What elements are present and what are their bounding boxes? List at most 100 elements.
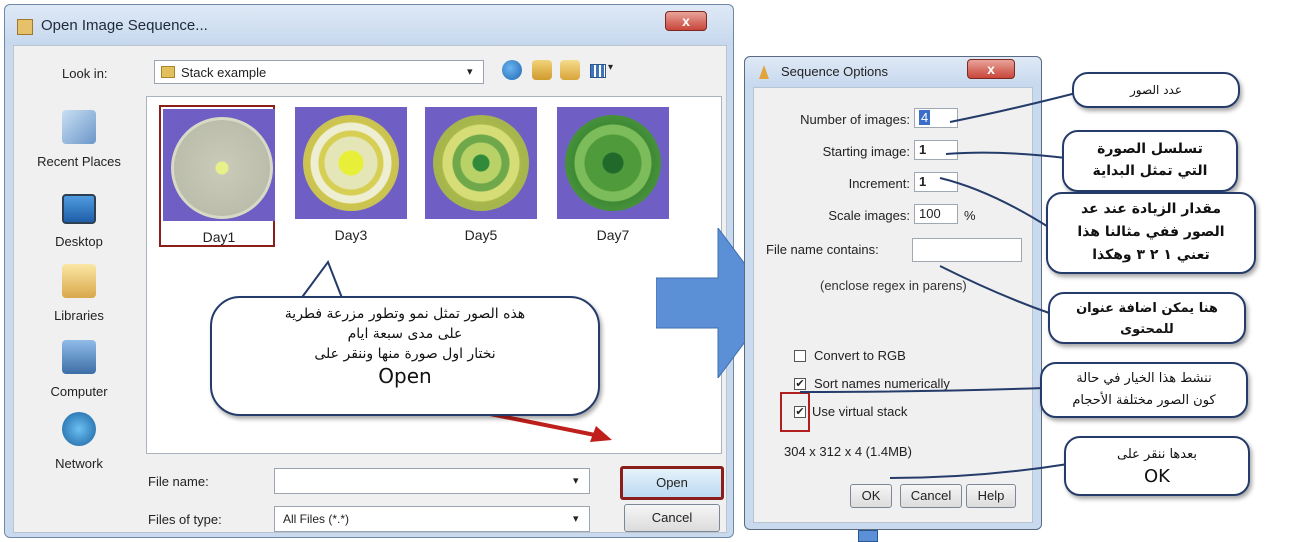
close-button[interactable]: x [967,59,1015,79]
file-thumbnail-day1[interactable]: Day1 [159,105,275,247]
scale-images-label: Scale images: [828,208,910,223]
place-label: Network [55,456,103,471]
folder-icon [161,66,175,78]
petri-dish-image [557,107,669,219]
file-name-input[interactable]: ▾ [274,468,590,494]
file-name-label: Day7 [596,227,630,243]
callout-line: الصور ففي مثالنا هذا [1077,224,1225,240]
new-folder-icon[interactable] [560,60,580,80]
file-thumbnail-day3[interactable]: Day3 [293,105,409,247]
callout-starting-image: تسلسل الصورة التي تمثل البداية [1062,130,1238,192]
chevron-down-icon: ▾ [573,513,579,525]
help-button[interactable]: Help [966,484,1016,508]
cancel-button[interactable]: Cancel [624,504,720,532]
memory-info: 304 x 312 x 4 (1.4MB) [784,444,912,459]
open-image-sequence-dialog: Open Image Sequence... x Look in: Stack … [4,4,734,538]
increment-input[interactable]: 1 [914,172,958,192]
callout-line: كون الصور مختلفة الأحجام [1072,393,1216,408]
dialog-body: Look in: Stack example ▾ ▾ Recent Places… [13,45,727,533]
callout-increment: مقدار الزيادة عند عد الصور ففي مثالنا هذ… [1046,192,1256,274]
decorative-square [858,530,878,542]
chevron-down-icon[interactable]: ▾ [608,62,613,73]
place-label: Computer [50,384,108,399]
close-button[interactable]: x [665,11,707,31]
scale-images-input[interactable]: 100 [914,204,958,224]
place-label: Desktop [55,234,103,249]
dialog-body: Number of images: 4 Starting image: 1 In… [753,87,1033,523]
up-folder-icon[interactable] [532,60,552,80]
callout-open-word: Open [378,364,432,388]
place-recent-places[interactable]: Recent Places [18,110,140,190]
use-virtual-stack-checkbox[interactable]: ✔ [794,406,806,418]
callout-line: ننشط هذا الخيار في حالة [1076,371,1212,386]
libraries-icon [62,264,96,298]
place-label: Recent Places [37,154,121,169]
recent-places-icon [62,110,96,144]
app-icon [17,19,33,35]
imagej-icon [759,65,769,79]
place-label: Libraries [54,308,104,323]
callout-line: هذه الصور تمثل نمو وتطور مزرعة فطرية [284,306,526,322]
chevron-down-icon: ▾ [467,66,473,78]
desktop-icon [62,194,96,224]
petri-dish-image [425,107,537,219]
places-bar: Recent Places Desktop Libraries Computer… [18,96,140,532]
callout-ok-word: OK [1144,466,1170,487]
open-button[interactable]: Open [620,466,724,500]
increment-label: Increment: [848,176,910,191]
title-bar: Open Image Sequence... x [5,5,733,45]
place-libraries[interactable]: Libraries [18,264,140,344]
callout-line: للمحتوى [1120,322,1174,337]
file-name-label: Day3 [334,227,368,243]
regex-hint: (enclose regex in parens) [820,278,967,293]
chevron-down-icon[interactable]: ▾ [573,474,579,487]
file-name-contains-label: File name contains: [766,242,879,257]
callout-line: التي تمثل البداية [1092,163,1208,179]
computer-icon [62,340,96,374]
title-bar: Sequence Options x [745,57,1041,87]
callout-line: عدد الصور [1129,83,1182,97]
dialog-title: Sequence Options [781,64,888,79]
place-network[interactable]: Network [18,412,140,492]
dialog-title: Open Image Sequence... [41,17,208,34]
place-computer[interactable]: Computer [18,340,140,420]
look-in-value: Stack example [181,65,267,80]
network-icon [62,412,96,446]
callout-virtual-stack: ننشط هذا الخيار في حالة كون الصور مختلفة… [1040,362,1248,418]
starting-image-input[interactable]: 1 [914,140,958,160]
callout-file-name-contains: هنا يمكن اضافة عنوان للمحتوى [1048,292,1246,344]
callout-click-ok: بعدها ننقر على OK [1064,436,1250,496]
callout-number-of-images: عدد الصور [1072,72,1240,108]
cancel-button[interactable]: Cancel [900,484,962,508]
ok-button[interactable]: OK [850,484,892,508]
file-thumbnail-day5[interactable]: Day5 [423,105,539,247]
convert-to-rgb-label: Convert to RGB [814,348,906,363]
callout-line: نختار اول صورة منها وننقر على [314,346,496,362]
use-virtual-stack-label: Use virtual stack [812,404,908,419]
callout-line: على مدى سبعة ايام [347,326,463,342]
callout-line: تسلسل الصورة [1097,141,1203,157]
file-thumbnail-day7[interactable]: Day7 [555,105,671,247]
convert-to-rgb-checkbox[interactable] [794,350,806,362]
starting-image-label: Starting image: [822,144,910,159]
look-in-label: Look in: [62,66,108,81]
look-in-dropdown[interactable]: Stack example ▾ [154,60,484,84]
number-of-images-label: Number of images: [800,112,910,127]
sort-names-checkbox[interactable]: ✔ [794,378,806,390]
callout-line: بعدها ننقر على [1117,447,1197,462]
number-of-images-value: 4 [919,110,931,125]
sort-names-label: Sort names numerically [814,376,950,391]
callout-line: تعني ١ ٢ ٣ وهكذا [1092,247,1210,263]
callout-line: هنا يمكن اضافة عنوان [1076,301,1218,316]
file-name-label: Day5 [464,227,498,243]
file-name-contains-input[interactable] [912,238,1022,262]
number-of-images-input[interactable]: 4 [914,108,958,128]
place-desktop[interactable]: Desktop [18,190,140,270]
views-menu-icon[interactable] [590,64,606,78]
file-name-label: Day1 [202,229,236,245]
percent-unit: % [964,208,976,223]
petri-dish-image [163,109,275,221]
files-of-type-value: All Files (*.*) [283,512,350,526]
files-of-type-dropdown[interactable]: All Files (*.*) ▾ [274,506,590,532]
back-icon[interactable] [502,60,522,80]
